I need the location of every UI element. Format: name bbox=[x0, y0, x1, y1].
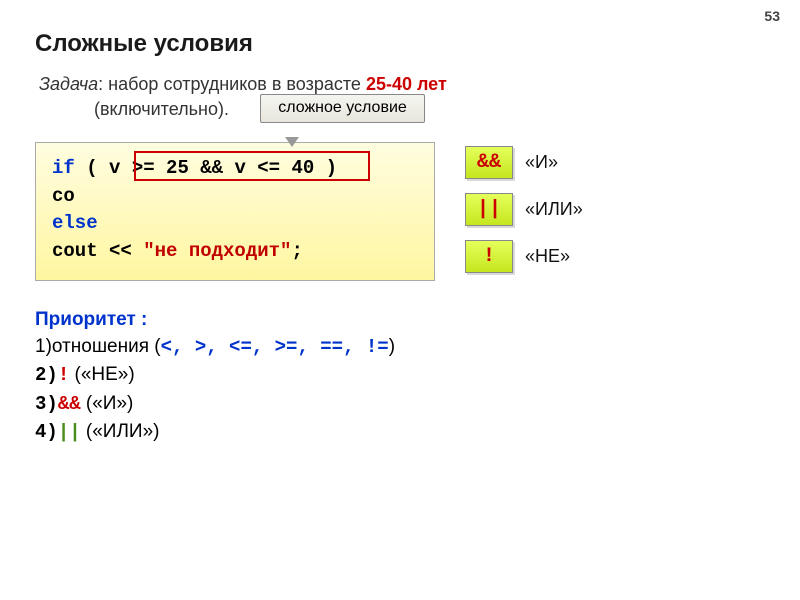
slide-body: Сложные условия Задача: набор сотруднико… bbox=[0, 0, 800, 457]
cout-partial: co bbox=[52, 185, 75, 207]
condition-expr: v >= 25 && v <= 40 bbox=[98, 157, 326, 179]
or-badge: || bbox=[465, 193, 513, 226]
op-and: && «И» bbox=[465, 146, 583, 179]
task-line1: : набор сотрудников в возрасте bbox=[98, 74, 366, 94]
p3-text: («И») bbox=[81, 393, 134, 414]
p3-op: && bbox=[58, 393, 81, 415]
slide-title: Сложные условия bbox=[35, 30, 770, 58]
p1-num: 1) bbox=[35, 336, 52, 357]
code-line-4: cout << "не подходит"; bbox=[52, 238, 418, 266]
priority-4: 4)|| («ИЛИ») bbox=[35, 418, 770, 447]
code-line-3: else bbox=[52, 210, 418, 238]
p2-num: 2) bbox=[35, 364, 58, 386]
paren-open: ( bbox=[86, 157, 97, 179]
and-badge: && bbox=[465, 146, 513, 179]
p4-num: 4) bbox=[35, 421, 58, 443]
priority-3: 3)&& («И») bbox=[35, 390, 770, 419]
string-2: "не подходит" bbox=[143, 240, 291, 262]
priority-1: 1)отношения (<, >, <=, >=, ==, !=) bbox=[35, 333, 770, 362]
op-not: ! «НЕ» bbox=[465, 240, 583, 273]
page-number: 53 bbox=[764, 8, 780, 24]
code-box: if ( v >= 25 && v <= 40 ) co else cout <… bbox=[35, 142, 435, 280]
not-badge: ! bbox=[465, 240, 513, 273]
operator-list: && «И» || «ИЛИ» ! «НЕ» bbox=[465, 146, 583, 273]
and-label: «И» bbox=[525, 152, 558, 173]
kw-else: else bbox=[52, 212, 98, 234]
p2-text: («НЕ») bbox=[69, 364, 134, 385]
task-prefix: Задача bbox=[39, 74, 98, 94]
priority-block: Приоритет : 1)отношения (<, >, <=, >=, =… bbox=[35, 309, 770, 447]
p1-close: ) bbox=[389, 336, 395, 357]
kw-if: if bbox=[52, 157, 75, 179]
callout-box: сложное условие bbox=[260, 94, 425, 122]
code-line-1: if ( v >= 25 && v <= 40 ) bbox=[52, 155, 418, 183]
code-area: сложное условие if ( v >= 25 && v <= 40 … bbox=[35, 142, 435, 280]
p4-op: || bbox=[58, 421, 81, 443]
callout-tail-icon bbox=[285, 137, 299, 147]
or-label: «ИЛИ» bbox=[525, 199, 583, 220]
priority-2: 2)! («НЕ») bbox=[35, 361, 770, 390]
p4-text: («ИЛИ») bbox=[81, 421, 160, 442]
p1-ops: <, >, <=, >=, ==, != bbox=[161, 336, 389, 358]
task-age: 25-40 лет bbox=[366, 74, 447, 94]
semi: ; bbox=[291, 240, 302, 262]
code-line-2: co bbox=[52, 183, 418, 211]
op-or: || «ИЛИ» bbox=[465, 193, 583, 226]
cout2: cout << bbox=[52, 240, 143, 262]
p2-op: ! bbox=[58, 364, 69, 386]
priority-header: Приоритет : bbox=[35, 309, 770, 331]
not-label: «НЕ» bbox=[525, 246, 570, 267]
paren-close: ) bbox=[326, 157, 337, 179]
p1-text: отношения ( bbox=[52, 336, 161, 357]
main-row: сложное условие if ( v >= 25 && v <= 40 … bbox=[35, 142, 770, 280]
p3-num: 3) bbox=[35, 393, 58, 415]
